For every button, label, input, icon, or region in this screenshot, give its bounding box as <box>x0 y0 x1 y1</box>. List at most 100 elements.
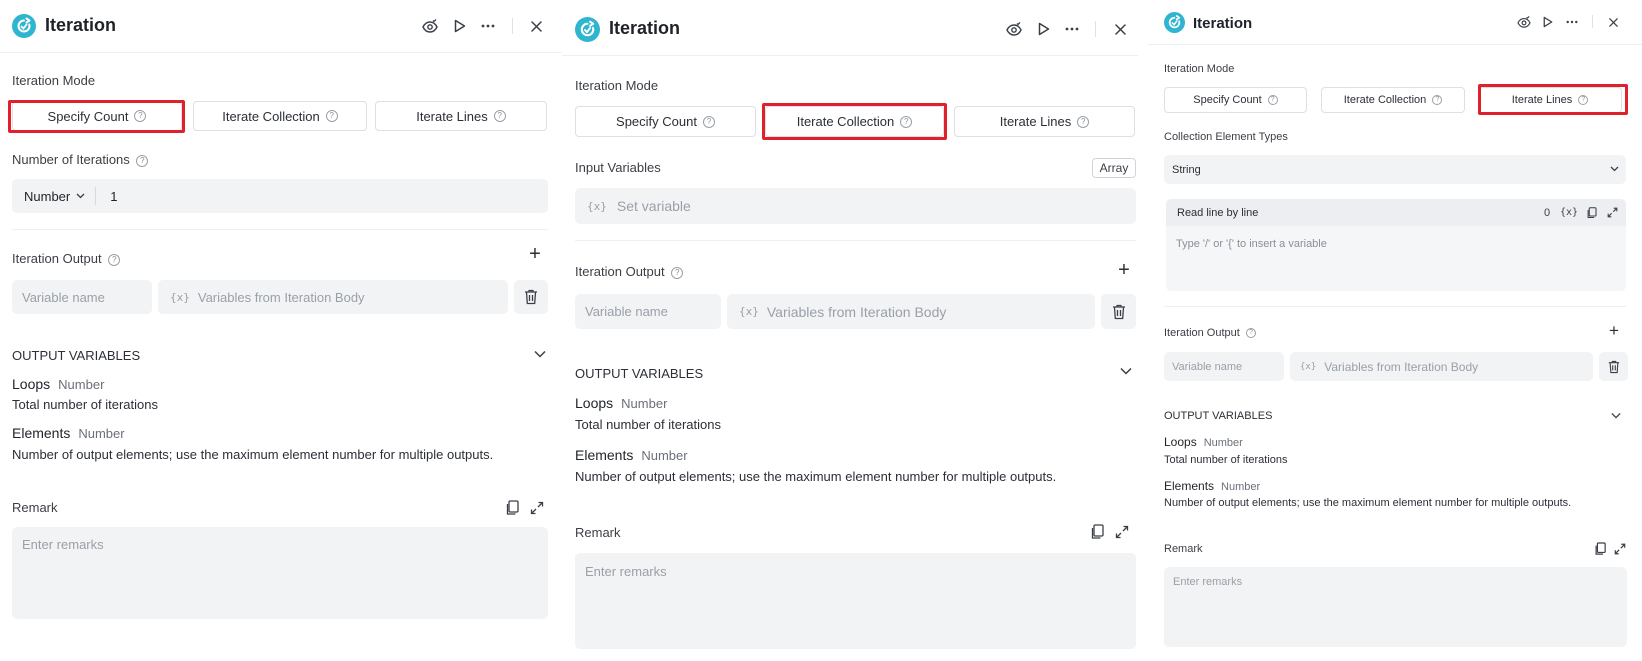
mode-button-iterate-lines[interactable]: Iterate Lines ? <box>954 106 1135 137</box>
input-variables-label: Input Variables <box>575 160 661 175</box>
help-icon[interactable]: ? <box>1077 115 1090 128</box>
help-icon[interactable]: ? <box>493 110 506 122</box>
iteration-output-label: Iteration Output ? <box>575 264 684 279</box>
iteration-icon <box>1164 12 1185 33</box>
eye-check-icon[interactable] <box>1005 20 1023 38</box>
help-icon[interactable]: ? <box>108 253 121 266</box>
help-icon[interactable]: ? <box>1432 95 1443 105</box>
divider <box>1164 306 1626 307</box>
variables-from-body-input[interactable]: {x} Variables from Iteration Body <box>158 280 508 314</box>
eye-check-icon[interactable] <box>421 17 439 35</box>
remark-textarea[interactable]: Enter remarks <box>575 553 1136 649</box>
expand-icon[interactable] <box>530 501 544 515</box>
delete-output-button[interactable] <box>1599 352 1628 381</box>
close-icon[interactable] <box>1605 14 1621 30</box>
add-output-button[interactable]: + <box>1606 322 1622 339</box>
mode-button-iterate-lines[interactable]: Iterate Lines ? <box>1478 87 1622 113</box>
copy-icon[interactable] <box>1586 207 1597 219</box>
copy-icon[interactable] <box>505 500 519 516</box>
add-output-button[interactable]: + <box>1115 260 1133 280</box>
iteration-mode-label: Iteration Mode <box>575 78 659 93</box>
element-type-select[interactable]: String <box>1164 155 1626 184</box>
type-select[interactable]: Number <box>24 189 70 204</box>
variable-name-input[interactable]: Variable name <box>12 280 152 314</box>
delete-output-button[interactable] <box>1101 294 1136 329</box>
add-output-button[interactable]: + <box>526 244 544 264</box>
mode-button-iterate-lines[interactable]: Iterate Lines ? <box>375 101 547 131</box>
var-name: Loops <box>575 395 614 411</box>
help-icon[interactable]: ? <box>1245 328 1256 339</box>
play-icon[interactable] <box>1540 14 1556 30</box>
help-icon[interactable]: ? <box>702 115 715 128</box>
mode-button-specify-count[interactable]: Specify Count ? <box>12 101 182 131</box>
help-icon[interactable]: ? <box>1267 95 1278 105</box>
remark-textarea[interactable]: Enter remarks <box>12 527 548 619</box>
iteration-count-value[interactable]: 1 <box>110 189 117 204</box>
mode-label: Specify Count <box>1193 94 1262 106</box>
close-icon[interactable] <box>527 17 545 35</box>
header-divider <box>512 18 513 34</box>
variable-name-input[interactable]: Variable name <box>575 294 721 329</box>
expand-icon[interactable] <box>1115 525 1129 539</box>
copy-icon[interactable] <box>1090 524 1104 540</box>
element-type-value: String <box>1172 163 1201 176</box>
help-icon[interactable]: ? <box>325 110 338 122</box>
variables-from-body-input[interactable]: {x} Variables from Iteration Body <box>1290 352 1593 381</box>
panel-title: Iteration <box>1193 15 1253 32</box>
elements-description: Number of output elements; use the maxim… <box>575 469 1057 484</box>
output-variables-label: OUTPUT VARIABLES <box>575 366 704 381</box>
chevron-down-icon[interactable] <box>1610 166 1619 172</box>
output-var-loops: Loops Number <box>1164 435 1243 449</box>
mode-button-specify-count[interactable]: Specify Count ? <box>1164 87 1307 113</box>
iteration-output-label: Iteration Output ? <box>12 251 121 266</box>
var-type: Number <box>78 426 125 441</box>
variable-name-input[interactable]: Variable name <box>1164 352 1284 381</box>
mode-button-iterate-collection[interactable]: Iterate Collection ? <box>765 106 944 137</box>
iteration-panel-specify-count: Iteration Iteration Mode Specify Count ?… <box>0 0 562 661</box>
chevron-down-icon[interactable] <box>1611 412 1621 419</box>
remark-textarea[interactable]: Enter remarks <box>1164 567 1627 647</box>
mode-label: Specify Count <box>47 108 129 124</box>
help-icon[interactable]: ? <box>136 154 149 167</box>
iteration-count-input[interactable]: Number 1 <box>12 179 548 213</box>
output-variables-label: OUTPUT VARIABLES <box>12 348 141 363</box>
play-icon[interactable] <box>1035 20 1053 38</box>
loops-description: Total number of iterations <box>12 397 158 412</box>
expand-icon[interactable] <box>1607 207 1618 218</box>
chevron-down-icon[interactable] <box>1120 367 1132 375</box>
panel-header: Iteration <box>562 0 1138 56</box>
variables-from-body-placeholder: Variables from Iteration Body <box>197 289 365 305</box>
close-icon[interactable] <box>1111 20 1129 38</box>
more-icon[interactable] <box>1563 14 1581 30</box>
iteration-mode-label: Iteration Mode <box>1164 63 1235 75</box>
input-variable-picker[interactable]: {x} Set variable <box>575 188 1136 224</box>
panel-header: Iteration <box>1148 0 1642 45</box>
mode-button-specify-count[interactable]: Specify Count ? <box>575 106 756 137</box>
mode-button-iterate-collection[interactable]: Iterate Collection ? <box>1321 87 1465 113</box>
eye-check-icon[interactable] <box>1516 14 1532 30</box>
var-type: Number <box>641 448 688 463</box>
iteration-output-label: Iteration Output ? <box>1164 327 1256 339</box>
delete-output-button[interactable] <box>514 280 548 314</box>
editor-title: Read line by line <box>1177 207 1259 219</box>
mode-label: Iterate Lines <box>999 114 1072 129</box>
more-icon[interactable] <box>478 17 498 35</box>
panel-header: Iteration <box>0 0 562 53</box>
mode-button-iterate-collection[interactable]: Iterate Collection ? <box>193 101 367 131</box>
help-icon[interactable]: ? <box>900 115 913 128</box>
chevron-down-icon[interactable] <box>534 350 546 358</box>
trash-icon <box>1112 304 1125 319</box>
expand-icon[interactable] <box>1614 543 1626 555</box>
collection-element-types-label: Collection Element Types <box>1164 131 1288 143</box>
variables-from-body-input[interactable]: {x} Variables from Iteration Body <box>727 294 1095 329</box>
help-icon[interactable]: ? <box>671 266 684 279</box>
var-type: Number <box>1203 437 1243 449</box>
iteration-panel-iterate-collection: Iteration Iteration Mode Specify Count ?… <box>562 0 1138 661</box>
lines-editor[interactable]: Read line by line 0 {x} Type '/' or '{' … <box>1166 199 1626 291</box>
help-icon[interactable]: ? <box>134 110 147 122</box>
more-icon[interactable] <box>1062 20 1082 38</box>
help-icon[interactable]: ? <box>1578 95 1589 105</box>
copy-icon[interactable] <box>1594 542 1606 556</box>
play-icon[interactable] <box>451 17 469 35</box>
variable-icon[interactable]: {x} <box>1560 207 1578 218</box>
